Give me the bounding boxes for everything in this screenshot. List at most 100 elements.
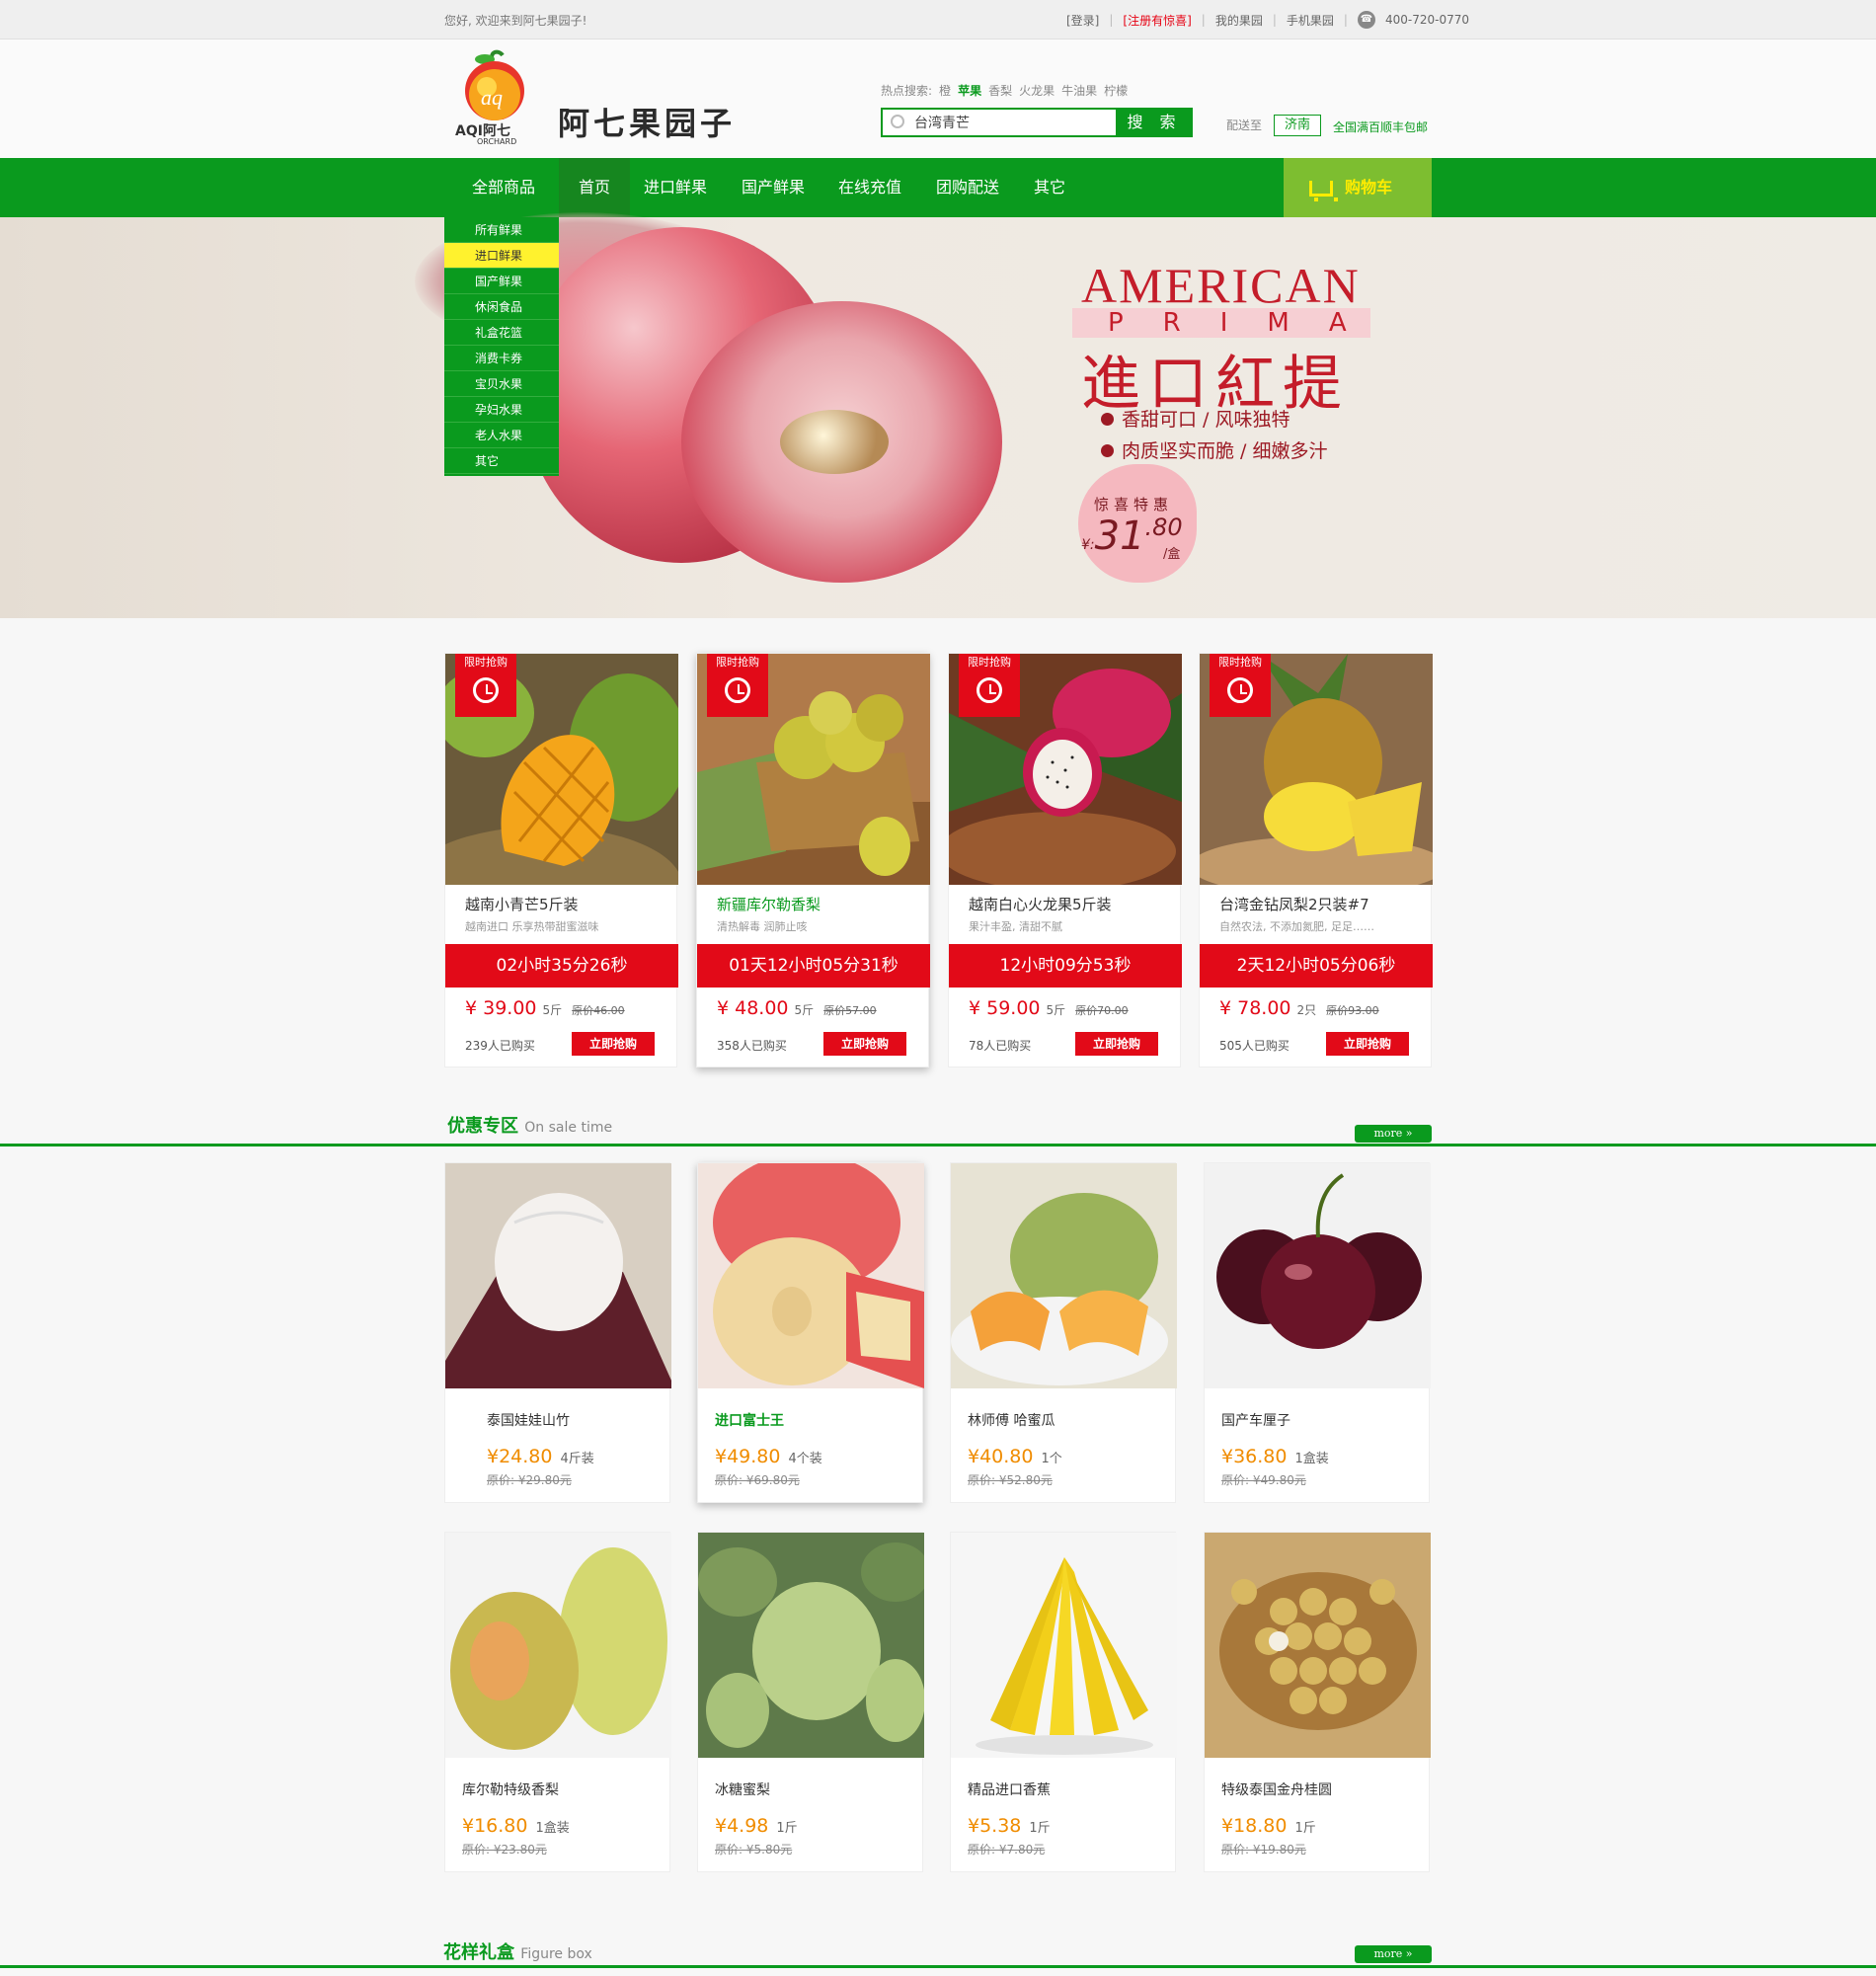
banana-image [951,1533,1177,1758]
product-desc: 越南进口 乐享热带甜蜜滋味 [465,920,599,933]
original-price: 原价: ¥19.80元 [1221,1843,1306,1857]
apple-image [698,1163,924,1388]
category-item[interactable]: 国产鲜果 [444,269,559,294]
category-item[interactable]: 所有鲜果 [444,217,559,243]
category-item[interactable]: 进口鲜果 [444,243,559,269]
category-item[interactable]: 消费卡券 [444,346,559,371]
category-item[interactable]: 宝贝水果 [444,371,559,397]
search-input[interactable] [883,110,1116,135]
search-icon [891,115,904,128]
nav-imported[interactable]: 进口鲜果 [635,158,716,217]
cart-button[interactable]: 购物车 [1284,158,1432,217]
category-item[interactable]: 休闲食品 [444,294,559,320]
flash-sale-card[interactable]: 限时抢购 台湾金钻凤梨2只装#7 自然农法, 不添加氮肥, 足足…… 2天12小… [1199,653,1433,1067]
product-price: ¥24.80 4斤装 [487,1446,594,1467]
product-name[interactable]: 泰国娃娃山竹 [487,1410,570,1430]
search-button[interactable]: 搜 索 [1116,108,1193,137]
site-name: 阿七果园子 [558,105,737,142]
product-name[interactable]: 越南白心火龙果5斤装 [969,894,1112,914]
countdown-timer: 01天12小时05分31秒 [697,944,930,988]
header [0,40,1876,158]
product-name[interactable]: 库尔勒特级香梨 [462,1779,559,1799]
product-name[interactable]: 冰糖蜜梨 [715,1779,770,1799]
nav-group-buy[interactable]: 团购配送 [927,158,1008,217]
more-button[interactable]: more » [1355,1125,1432,1143]
my-orchard-link[interactable]: 我的果园 [1215,12,1263,29]
category-item[interactable]: 其它 [444,448,559,474]
hot-search-item[interactable]: 牛油果 [1061,82,1097,99]
buy-now-button[interactable]: 立即抢购 [1326,1032,1409,1056]
flash-sale-badge: 限时抢购 [707,654,768,717]
promo-label: 惊喜特惠 [1094,496,1174,514]
nav-recharge[interactable]: 在线充值 [829,158,910,217]
more-button[interactable]: more » [1355,1945,1432,1963]
buy-now-button[interactable]: 立即抢购 [823,1032,906,1056]
banner-title-en: AMERICAN [1081,258,1361,313]
hot-search-item[interactable]: 香梨 [988,82,1012,99]
product-card[interactable]: 库尔勒特级香梨 ¥16.80 1盒装 原价: ¥23.80元 [444,1532,671,1872]
product-price: ¥16.80 1盒装 [462,1815,570,1837]
sold-count: 239人已购买 [465,1039,535,1053]
bullet-icon [1101,413,1114,426]
original-price: 原价: ¥52.80元 [968,1473,1053,1487]
product-card[interactable]: 国产车厘子 ¥36.80 1盒装 原价: ¥49.80元 [1204,1162,1431,1503]
cherry-image [1205,1163,1431,1388]
divider: | [1343,13,1348,27]
product-card[interactable]: 林师傅 哈蜜瓜 ¥40.80 1个 原价: ¥52.80元 [950,1162,1177,1503]
svg-text:aq: aq [481,85,503,110]
flash-sale-card[interactable]: 限时抢购 越南白心火龙果5斤装 果汁丰盈, 清甜不腻 12小时09分53秒 ¥ … [948,653,1182,1067]
flash-sale-card[interactable]: 限时抢购 越南小青芒5斤装 越南进口 乐享热带甜蜜滋味 02小时35分26秒 ¥… [444,653,678,1067]
nav-home[interactable]: 首页 [559,158,630,217]
product-name[interactable]: 国产车厘子 [1221,1410,1290,1430]
product-price: ¥36.80 1盒装 [1221,1446,1329,1467]
product-name[interactable]: 精品进口香蕉 [968,1779,1051,1799]
hot-search-item[interactable]: 苹果 [958,82,981,99]
free-shipping-link[interactable]: 全国满百顺丰包邮 [1333,119,1428,135]
promo-unit: /盒 [1163,547,1181,562]
buy-now-button[interactable]: 立即抢购 [572,1032,655,1056]
register-link[interactable]: [注册有惊喜] [1123,12,1191,29]
category-item[interactable]: 礼盒花篮 [444,320,559,346]
product-name[interactable]: 新疆库尔勒香梨 [717,894,821,914]
product-price: ¥18.80 1斤 [1221,1815,1316,1837]
original-price: 原价: ¥5.80元 [715,1843,793,1857]
product-price: ¥ 39.00 5斤 原价46.00 [465,997,625,1019]
product-card[interactable]: 特级泰国金舟桂圆 ¥18.80 1斤 原价: ¥19.80元 [1204,1532,1431,1872]
countdown-timer: 02小时35分26秒 [445,944,678,988]
product-name[interactable]: 林师傅 哈蜜瓜 [968,1410,1055,1430]
category-item[interactable]: 老人水果 [444,423,559,448]
logo-subtext: ORCHARD [477,137,517,146]
product-price: ¥40.80 1个 [968,1446,1062,1467]
flash-sale-card[interactable]: 限时抢购 新疆库尔勒香梨 清热解毒 润肺止咳 01天12小时05分31秒 ¥ 4… [696,653,930,1067]
hot-search-item[interactable]: 橙 [939,82,951,99]
nav-domestic[interactable]: 国产鲜果 [733,158,814,217]
product-name[interactable]: 越南小青芒5斤装 [465,894,579,914]
product-name[interactable]: 台湾金钻凤梨2只装#7 [1219,894,1369,914]
hot-search-item[interactable]: 柠檬 [1104,82,1128,99]
product-card[interactable]: 精品进口香蕉 ¥5.38 1斤 原价: ¥7.80元 [950,1532,1177,1872]
product-card[interactable]: 泰国娃娃山竹 ¥24.80 4斤装 原价: ¥29.80元 [444,1162,671,1503]
product-desc: 清热解毒 润肺止咳 [717,920,808,933]
nav-other[interactable]: 其它 [1025,158,1074,217]
nav-all-products[interactable]: 全部商品 [454,158,553,217]
login-link[interactable]: [登录] [1066,12,1099,29]
hot-search-item[interactable]: 火龙果 [1019,82,1055,99]
search-box [881,108,1118,137]
product-name[interactable]: 特级泰国金舟桂圆 [1221,1779,1332,1799]
product-price: ¥49.80 4个装 [715,1446,822,1467]
clock-icon [473,677,499,703]
mobile-orchard-link[interactable]: 手机果园 [1287,12,1334,29]
category-item[interactable]: 孕妇水果 [444,397,559,423]
product-card[interactable]: 进口富士王 ¥49.80 4个装 原价: ¥69.80元 [697,1162,924,1503]
city-selector[interactable]: 济南 [1274,115,1321,136]
product-desc: 自然农法, 不添加氮肥, 足足…… [1219,920,1374,933]
product-name[interactable]: 进口富士王 [715,1410,784,1430]
section-title: 花样礼盒 Figure box [443,1942,592,1963]
product-card[interactable]: 冰糖蜜梨 ¥4.98 1斤 原价: ¥5.80元 [697,1532,924,1872]
logo[interactable]: aq AQI阿七 ORCHARD [455,49,530,148]
divider: | [1201,13,1206,27]
countdown-timer: 2天12小时05分06秒 [1200,944,1433,988]
sold-count: 505人已购买 [1219,1039,1290,1053]
buy-now-button[interactable]: 立即抢购 [1075,1032,1158,1056]
flash-sale-badge: 限时抢购 [959,654,1020,717]
